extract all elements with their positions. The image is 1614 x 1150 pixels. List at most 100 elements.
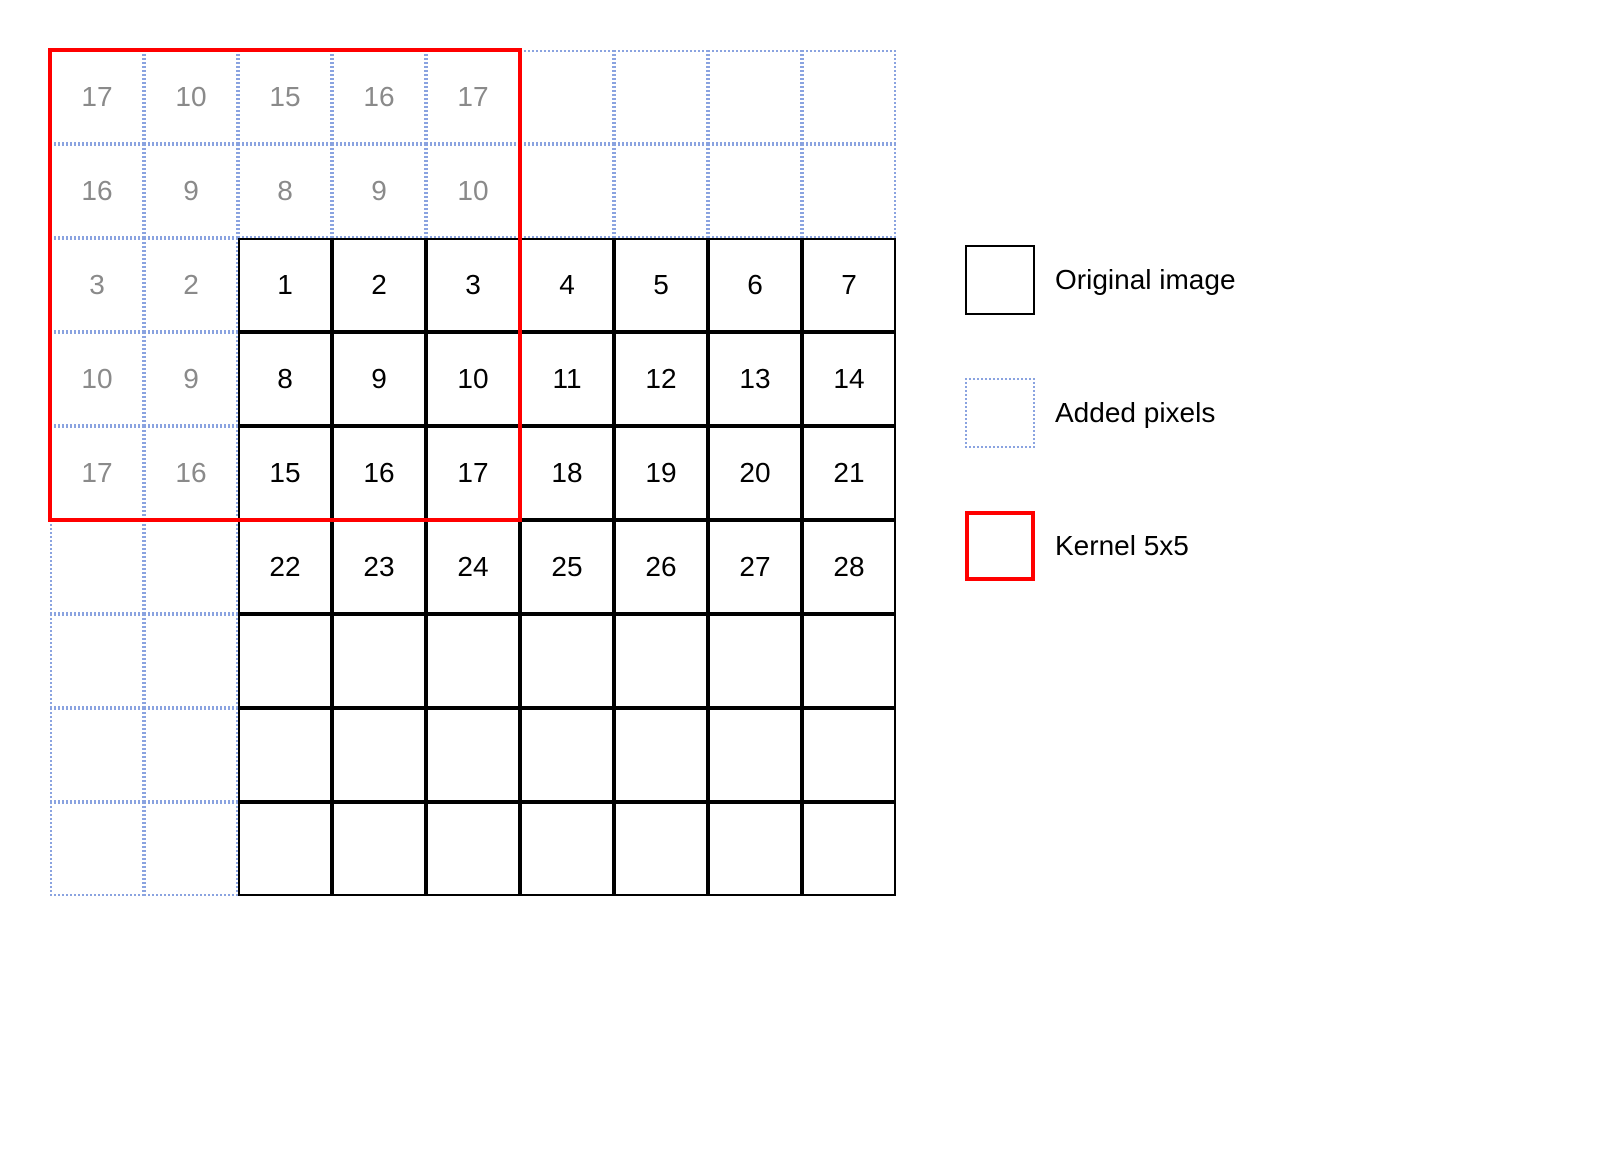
padding-cell: [520, 50, 614, 144]
padding-cell: [144, 802, 238, 896]
padding-cell: [614, 144, 708, 238]
cell-value: 11: [552, 363, 581, 395]
padding-cell: 9: [332, 144, 426, 238]
padding-cell: [708, 144, 802, 238]
cell-value: 2: [183, 269, 199, 301]
cell-value: 28: [833, 551, 864, 583]
cell-value: 14: [833, 363, 864, 395]
padding-cell: 16: [144, 426, 238, 520]
image-cell: 15: [238, 426, 332, 520]
cell-value: 19: [645, 457, 676, 489]
cell-value: 2: [371, 269, 387, 301]
image-cell: [614, 614, 708, 708]
image-cell: 5: [614, 238, 708, 332]
cell-value: 10: [81, 363, 112, 395]
image-cell: [426, 614, 520, 708]
padding-cell: [614, 50, 708, 144]
image-cell: 24: [426, 520, 520, 614]
image-cell: 3: [426, 238, 520, 332]
cell-value: 12: [645, 363, 676, 395]
cell-value: 15: [269, 457, 300, 489]
padding-cell: 9: [144, 332, 238, 426]
padding-cell: [50, 614, 144, 708]
image-cell: 16: [332, 426, 426, 520]
image-cell: [614, 802, 708, 896]
cell-value: 20: [739, 457, 770, 489]
cell-value: 17: [457, 457, 488, 489]
padding-cell: 16: [332, 50, 426, 144]
padding-cell: 9: [144, 144, 238, 238]
image-cell: [520, 614, 614, 708]
cell-value: 26: [645, 551, 676, 583]
cell-value: 8: [277, 363, 293, 395]
cell-value: 10: [457, 363, 488, 395]
cell-value: 5: [653, 269, 669, 301]
cell-value: 17: [81, 81, 112, 113]
padding-cell: 10: [50, 332, 144, 426]
image-cell: [238, 708, 332, 802]
image-cell: [708, 708, 802, 802]
image-cell: 7: [802, 238, 896, 332]
image-cell: 13: [708, 332, 802, 426]
image-cell: [802, 614, 896, 708]
image-cell: [802, 708, 896, 802]
cell-value: 9: [183, 363, 199, 395]
image-cell: [520, 708, 614, 802]
legend-label-original: Original image: [1055, 264, 1236, 296]
image-cell: [332, 708, 426, 802]
cell-value: 7: [841, 269, 857, 301]
cell-value: 23: [363, 551, 394, 583]
image-cell: [332, 802, 426, 896]
legend-swatch-original: [965, 245, 1035, 315]
padding-cell: [520, 144, 614, 238]
padding-cell: [144, 708, 238, 802]
cell-value: 16: [81, 175, 112, 207]
cell-value: 4: [559, 269, 575, 301]
padding-cell: 17: [426, 50, 520, 144]
padding-cell: [144, 614, 238, 708]
image-cell: [802, 802, 896, 896]
legend-swatch-added: [965, 378, 1035, 448]
image-cell: 10: [426, 332, 520, 426]
image-cell: 21: [802, 426, 896, 520]
legend-label-added: Added pixels: [1055, 397, 1215, 429]
legend-kernel: Kernel 5x5: [965, 511, 1189, 581]
image-cell: 25: [520, 520, 614, 614]
padding-cell: 17: [50, 50, 144, 144]
image-cell: [238, 614, 332, 708]
image-cell: 8: [238, 332, 332, 426]
cell-value: 15: [269, 81, 300, 113]
padding-cell: [802, 144, 896, 238]
image-cell: [332, 614, 426, 708]
diagram-canvas: 1710151617169891032123456710989101112131…: [0, 0, 1614, 1150]
padding-cell: [144, 520, 238, 614]
image-cell: 19: [614, 426, 708, 520]
cell-value: 6: [747, 269, 763, 301]
image-cell: 4: [520, 238, 614, 332]
padding-cell: 2: [144, 238, 238, 332]
cell-value: 22: [269, 551, 300, 583]
cell-value: 16: [363, 457, 394, 489]
image-cell: [708, 614, 802, 708]
image-cell: 18: [520, 426, 614, 520]
cell-value: 17: [81, 457, 112, 489]
image-cell: [238, 802, 332, 896]
legend-label-kernel: Kernel 5x5: [1055, 530, 1189, 562]
cell-value: 17: [457, 81, 488, 113]
legend-swatch-kernel: [965, 511, 1035, 581]
image-cell: 23: [332, 520, 426, 614]
image-cell: 14: [802, 332, 896, 426]
padding-cell: 3: [50, 238, 144, 332]
image-cell: 20: [708, 426, 802, 520]
cell-value: 10: [175, 81, 206, 113]
padding-cell: [802, 50, 896, 144]
image-cell: 6: [708, 238, 802, 332]
cell-value: 1: [277, 269, 293, 301]
cell-value: 24: [457, 551, 488, 583]
padding-cell: 10: [426, 144, 520, 238]
cell-value: 16: [175, 457, 206, 489]
padding-cell: 10: [144, 50, 238, 144]
padding-cell: [50, 708, 144, 802]
cell-value: 21: [833, 457, 864, 489]
image-cell: [708, 802, 802, 896]
